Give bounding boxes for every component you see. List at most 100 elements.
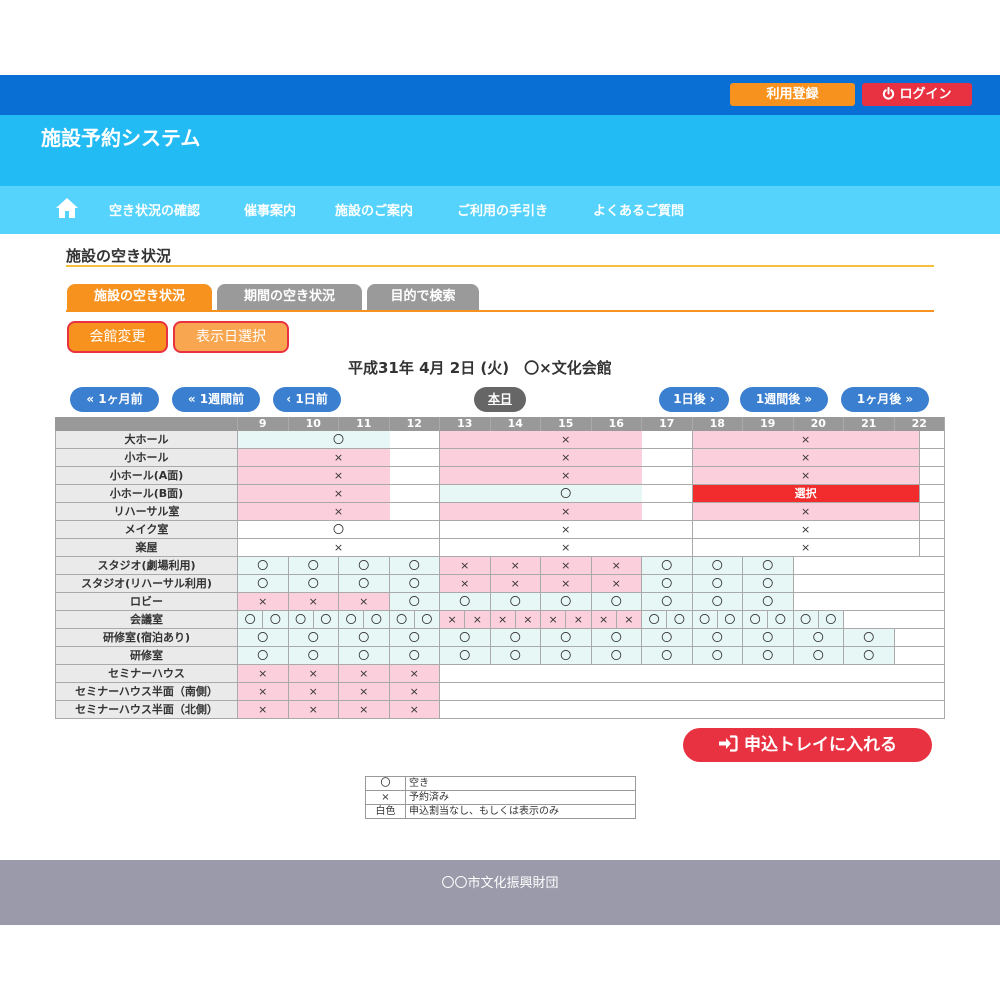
tab-period-availability[interactable]: 期間の空き状況 [217,284,362,310]
slot-cell[interactable]: 〇 [793,629,844,647]
slot-cell[interactable]: 〇 [793,647,844,665]
slot-cell[interactable]: 〇 [743,593,794,611]
prev-month-button[interactable]: « 1ヶ月前 [70,387,159,412]
slot-cell[interactable]: 〇 [743,611,769,629]
slot-cell[interactable]: 〇 [743,557,794,575]
slot-cell[interactable]: 〇 [364,611,390,629]
double-chevron-right-icon: » [804,392,813,406]
slot-cell[interactable]: 〇 [692,593,743,611]
nav-faq[interactable]: よくあるご質問 [593,200,684,219]
slot-cell[interactable]: 〇 [440,647,491,665]
slot-cell[interactable]: 〇 [692,575,743,593]
slot-cell[interactable]: 〇 [642,593,693,611]
register-button[interactable]: 利用登録 [730,83,855,106]
slot-cell[interactable]: 〇 [288,647,339,665]
tab-search-by-purpose[interactable]: 目的で検索 [367,284,479,310]
room-label: ロビー [55,593,238,611]
slot-cell[interactable]: 〇 [339,629,390,647]
tab-facility-availability[interactable]: 施設の空き状況 [67,284,212,310]
next-month-button[interactable]: 1ヶ月後 » [841,387,929,412]
slot-cell[interactable]: 〇 [743,575,794,593]
slot-cell[interactable]: 〇 [591,629,642,647]
nav-events[interactable]: 催事案内 [244,200,296,219]
add-to-tray-button[interactable]: 申込トレイに入れる [683,728,932,762]
slot-cell[interactable]: 〇 [339,557,390,575]
slot-cell: × [238,701,289,719]
slot-cell[interactable]: 〇 [768,611,794,629]
login-button[interactable]: ログイン [862,83,972,106]
next-week-label: 1週間後 [755,392,801,406]
slot-cell[interactable]: 〇 [743,647,794,665]
slot-cell: × [465,611,491,629]
nav-guide[interactable]: ご利用の手引き [457,200,548,219]
slot-cell[interactable]: 〇 [313,611,339,629]
next-day-button[interactable]: 1日後 › [659,387,729,412]
slot-cell[interactable]: 〇 [238,611,264,629]
today-button[interactable]: 本日 [474,387,526,412]
slot-cell[interactable]: 〇 [541,593,592,611]
slot-cell[interactable]: 〇 [642,647,693,665]
room-label: リハーサル室 [55,503,238,521]
slot-cell[interactable]: 〇 [717,611,743,629]
home-icon[interactable] [55,197,79,219]
slot-cell[interactable]: 〇 [642,611,668,629]
slot-cell[interactable]: 〇 [389,575,440,593]
slot-cell[interactable]: 〇 [692,557,743,575]
nav-availability[interactable]: 空き状況の確認 [109,200,200,219]
slot-cell[interactable]: 〇 [642,629,693,647]
slot-cell[interactable]: 〇 [490,593,541,611]
slot-cell: × [288,593,339,611]
change-hall-button[interactable]: 会館変更 [67,321,168,353]
slot-cell[interactable]: 〇 [844,629,895,647]
slot-cell[interactable]: 〇 [667,611,693,629]
slot-cell[interactable]: 〇 [339,611,365,629]
footer: 〇〇市文化振興財団 [0,860,1000,925]
slot-cell[interactable]: 〇 [389,647,440,665]
slot-cell: × [541,575,592,593]
slot-cell[interactable]: 〇 [238,575,289,593]
slot-cell[interactable]: 〇 [339,575,390,593]
slot-cell[interactable]: 〇 [692,647,743,665]
slot-cell[interactable]: 〇 [844,647,895,665]
slot-cell[interactable]: 〇 [389,611,415,629]
next-week-button[interactable]: 1週間後 » [740,387,828,412]
legend-table: 〇空き × 予約済み 白色 申込割当なし、もしくは表示のみ [365,776,636,819]
slot-cell[interactable]: 〇 [339,647,390,665]
slot-cell[interactable]: 〇 [288,575,339,593]
slot-selected[interactable]: 選択 [692,485,920,503]
slot-cell[interactable]: 〇 [642,575,693,593]
slot-cell[interactable]: 〇 [591,647,642,665]
slot-cell[interactable]: 〇 [263,611,289,629]
slot-cell[interactable]: 〇 [692,629,743,647]
slot-empty [440,701,945,719]
slot-cell[interactable]: 〇 [793,611,819,629]
slot-cell[interactable]: 〇 [288,629,339,647]
slot-cell[interactable]: 〇 [692,611,718,629]
prev-week-button[interactable]: « 1週間前 [172,387,260,412]
slot-empty [844,611,945,629]
slot-cell[interactable]: 〇 [238,647,289,665]
slot-cell[interactable]: 〇 [541,629,592,647]
slot-cell[interactable]: 〇 [288,557,339,575]
slot-cell[interactable]: 〇 [642,557,693,575]
room-label: スタジオ(劇場利用) [55,557,238,575]
slot-cell[interactable]: 〇 [743,629,794,647]
slot-cell[interactable]: 〇 [389,557,440,575]
slot-cell[interactable]: 〇 [414,611,440,629]
slot-cell[interactable]: 〇 [490,647,541,665]
prev-day-button[interactable]: ‹ 1日前 [273,387,341,412]
slot-cell[interactable]: 〇 [490,629,541,647]
slot-cell[interactable]: 〇 [440,593,491,611]
slot-cell[interactable]: 〇 [288,611,314,629]
slot-cell[interactable]: 〇 [591,593,642,611]
select-date-button[interactable]: 表示日選択 [173,321,289,353]
nav-facilities[interactable]: 施設のご案内 [335,200,413,219]
slot-empty [793,575,945,593]
slot-cell[interactable]: 〇 [541,647,592,665]
slot-cell[interactable]: 〇 [389,629,440,647]
slot-cell[interactable]: 〇 [818,611,844,629]
slot-cell[interactable]: 〇 [238,629,289,647]
slot-cell[interactable]: 〇 [238,557,289,575]
slot-cell[interactable]: 〇 [440,629,491,647]
slot-cell[interactable]: 〇 [389,593,440,611]
